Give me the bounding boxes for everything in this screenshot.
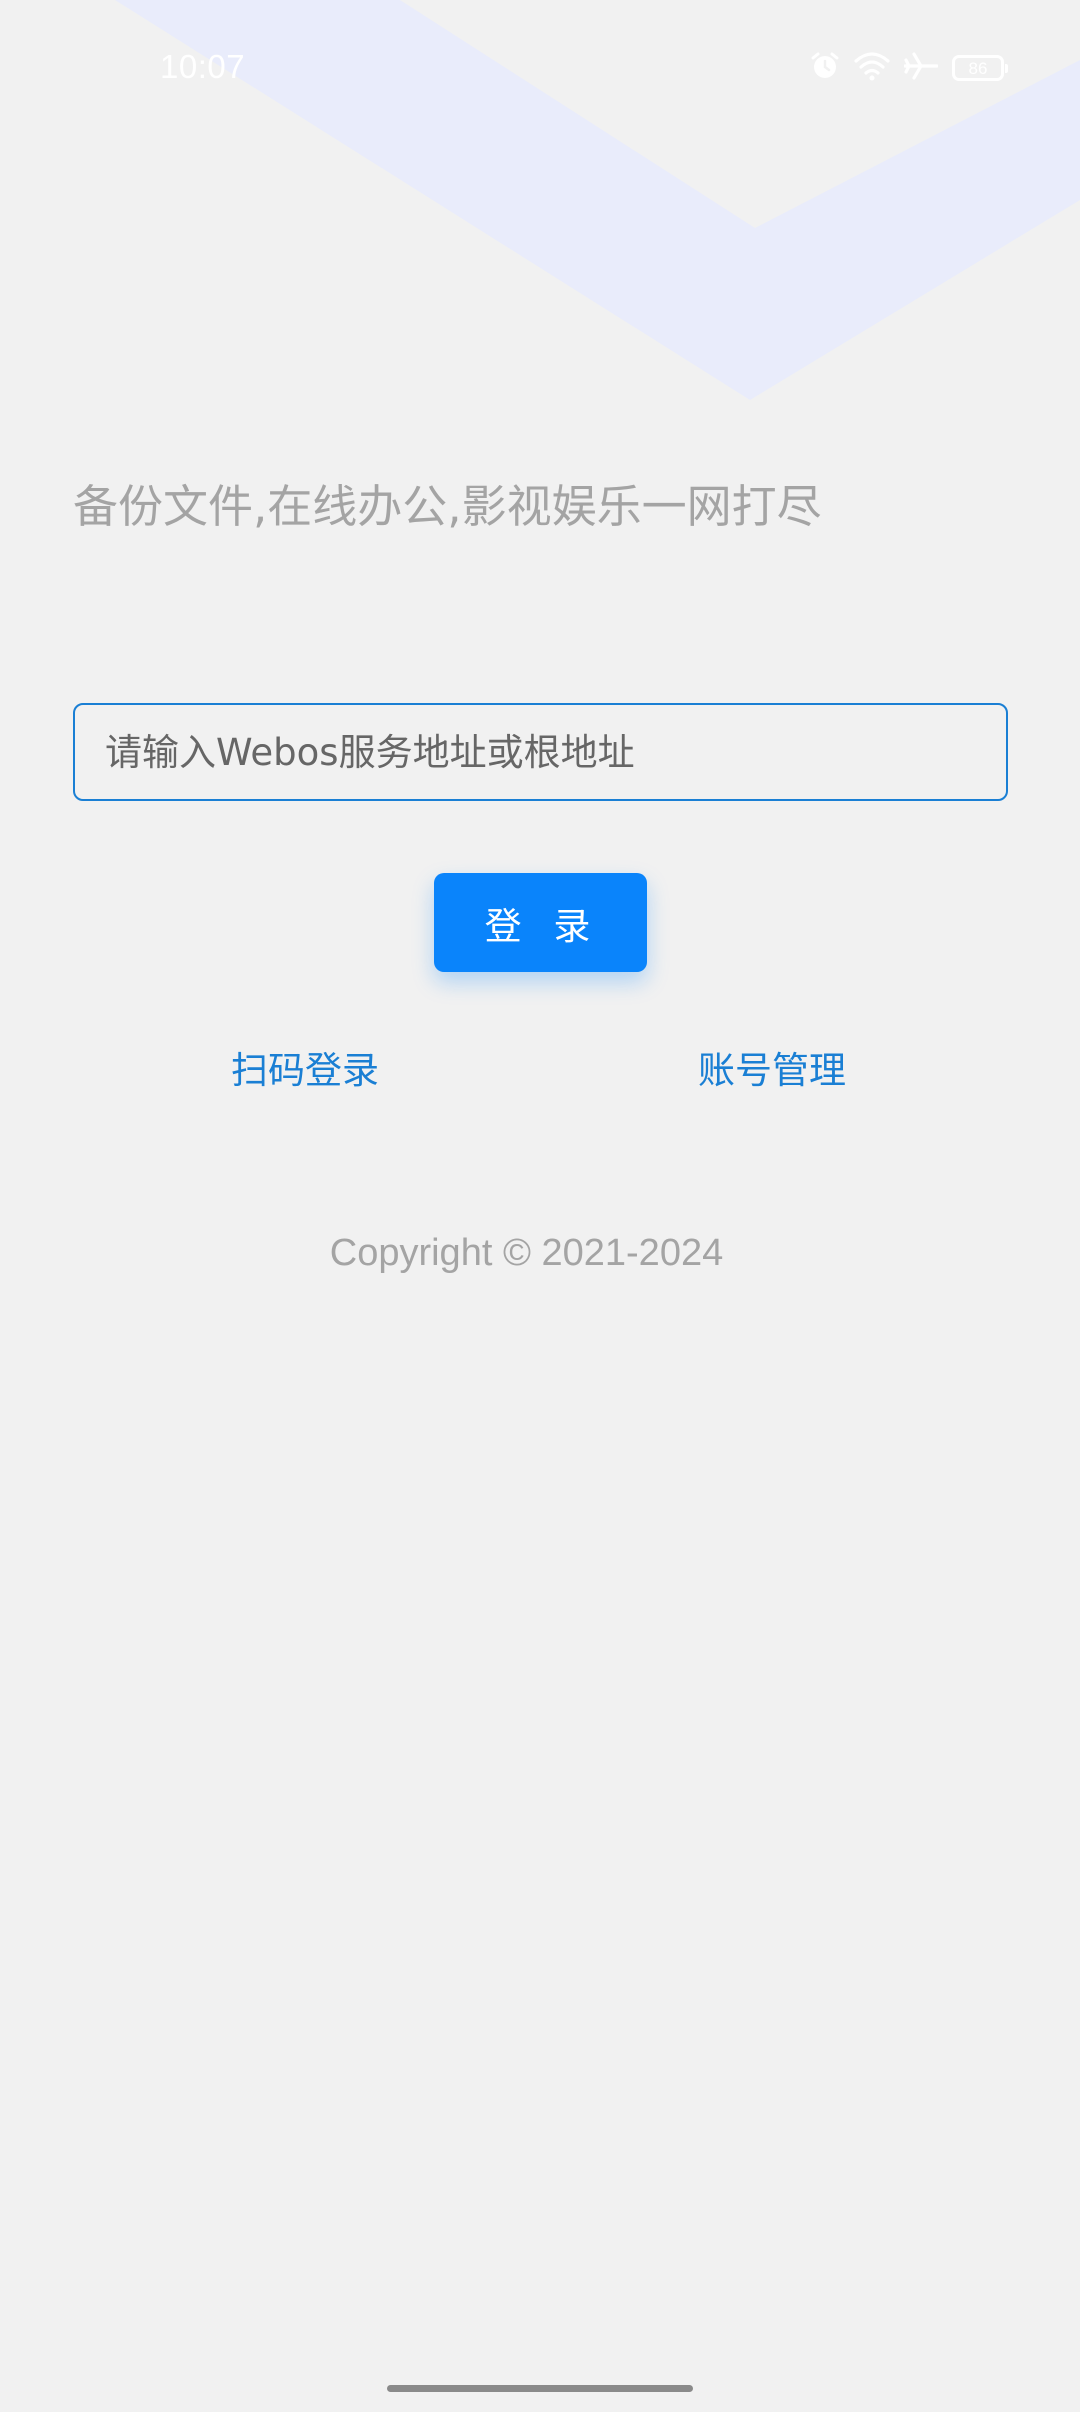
- battery-icon: 86: [952, 55, 1008, 81]
- login-button[interactable]: 登 录: [434, 873, 647, 972]
- alarm-icon: [810, 51, 840, 85]
- tagline: 备份文件,在线办公,影视娱乐一网打尽: [73, 480, 822, 533]
- home-indicator[interactable]: [387, 2385, 693, 2392]
- copyright-text: Copyright © 2021-2024: [329, 1232, 724, 1274]
- status-time: 10:07: [160, 48, 246, 85]
- status-icons: 86: [810, 50, 1008, 86]
- status-bar: 10:07 86: [0, 0, 1080, 140]
- battery-level: 86: [968, 58, 988, 78]
- server-address-input[interactable]: [73, 703, 1008, 801]
- scan-login-link[interactable]: 扫码登录: [231, 1040, 379, 1094]
- airplane-icon: [903, 51, 939, 85]
- account-manage-link[interactable]: 账号管理: [698, 1040, 846, 1094]
- wifi-icon: [854, 51, 890, 85]
